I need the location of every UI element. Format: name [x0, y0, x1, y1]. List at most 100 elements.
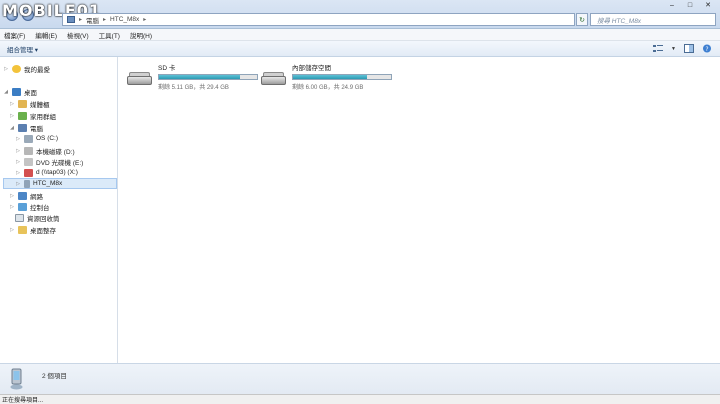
tree-libraries[interactable]: ▷ 媒體櫃 — [9, 98, 50, 109]
tree-label: 電腦 — [30, 125, 43, 133]
removable-drive-icon — [261, 72, 286, 89]
status-text: 正在搜尋項目... — [2, 398, 44, 404]
dvd-drive-icon — [24, 157, 33, 166]
expand-arrow-icon[interactable]: ▷ — [15, 159, 21, 165]
capacity-bar — [292, 74, 392, 80]
expand-arrow-icon[interactable]: ▷ — [3, 66, 9, 72]
menu-tools[interactable]: 工具(T) — [99, 30, 120, 40]
maximize-button[interactable]: □ — [684, 0, 696, 10]
chevron-right-icon: ▸ — [103, 17, 107, 23]
view-options-icon[interactable] — [653, 44, 664, 53]
command-bar: 組合管理 ▾ ▼ ? — [0, 41, 720, 57]
tree-label: HTC_M8x — [33, 180, 63, 187]
expand-arrow-icon[interactable]: ▷ — [15, 181, 21, 187]
drive-free-space: 剩餘 6.00 GB，共 24.9 GB — [292, 85, 364, 91]
status-bar: 正在搜尋項目... — [0, 394, 720, 404]
tree-label: 網路 — [30, 193, 43, 201]
expand-arrow-icon[interactable]: ▷ — [9, 113, 15, 119]
expand-arrow-icon[interactable]: ▷ — [9, 204, 15, 210]
phone-device-icon — [10, 368, 23, 390]
hard-drive-icon — [24, 146, 33, 155]
tree-label: d (\\tap03) (X:) — [36, 169, 78, 176]
homegroup-icon — [18, 111, 27, 120]
chevron-right-icon: ▸ — [79, 17, 83, 23]
collapse-arrow-icon[interactable]: ◢ — [9, 125, 15, 131]
tree-label: 家用群組 — [30, 113, 56, 121]
breadcrumb-htc[interactable]: HTC_M8x — [110, 16, 139, 23]
tree-homegroup[interactable]: ▷ 家用群組 — [9, 110, 56, 121]
recycle-bin-icon — [15, 213, 24, 222]
help-icon[interactable]: ? — [702, 44, 712, 53]
organize-button[interactable]: 組合管理 ▾ — [7, 44, 38, 54]
tree-net-x[interactable]: ▷ d (\\tap03) (X:) — [15, 167, 78, 178]
address-toolbar: MOBILE01 ▸ 電腦 ▸ HTC_M8x ▸ ↻ 搜尋 HTC_M8x –… — [0, 0, 720, 29]
address-bar[interactable]: ▸ 電腦 ▸ HTC_M8x ▸ — [62, 13, 575, 26]
folder-icon — [18, 225, 27, 234]
tree-label: 資源回收筒 — [27, 215, 60, 223]
expand-arrow-icon[interactable]: ▷ — [9, 227, 15, 233]
control-panel-icon — [18, 202, 27, 211]
chevron-down-icon[interactable]: ▼ — [671, 46, 676, 52]
tree-control-panel[interactable]: ▷ 控制台 — [9, 201, 50, 212]
tree-label: OS (C:) — [36, 135, 59, 142]
refresh-button[interactable]: ↻ — [576, 13, 588, 26]
tree-os-c[interactable]: ▷ OS (C:) — [15, 133, 58, 144]
drive-sd-card[interactable]: SD 卡 剩餘 5.11 GB，共 29.4 GB — [127, 62, 258, 91]
expand-arrow-icon[interactable]: ▷ — [15, 136, 21, 142]
tree-dvd-e[interactable]: ▷ DVD 光碟機 (E:) — [15, 156, 83, 167]
tree-favorites[interactable]: ▷ 我的最愛 — [3, 63, 50, 74]
search-input[interactable]: 搜尋 HTC_M8x — [590, 13, 716, 26]
expand-arrow-icon[interactable]: ▷ — [9, 101, 15, 107]
tree-desktop-store[interactable]: ▷ 桌面整存 — [9, 224, 56, 235]
tree-label: 我的最愛 — [24, 66, 50, 74]
library-icon — [18, 99, 27, 108]
tree-label: DVD 光碟機 (E:) — [36, 159, 84, 167]
tree-network[interactable]: ▷ 網路 — [9, 190, 43, 201]
menu-edit[interactable]: 編輯(E) — [35, 30, 57, 40]
drive-name: 內部儲存空間 — [292, 65, 331, 72]
tree-label: 桌面 — [24, 89, 37, 97]
menu-help[interactable]: 說明(H) — [130, 30, 152, 40]
expand-arrow-icon[interactable]: ▷ — [9, 193, 15, 199]
capacity-bar — [158, 74, 258, 80]
minimize-button[interactable]: – — [666, 0, 678, 10]
desktop-icon — [12, 87, 21, 96]
expand-arrow-icon[interactable]: ▷ — [15, 148, 21, 154]
removable-drive-icon — [127, 72, 152, 89]
star-icon — [12, 64, 21, 73]
item-count: 2 個項目 — [42, 373, 67, 380]
drive-internal-storage[interactable]: 內部儲存空間 剩餘 6.00 GB，共 24.9 GB — [261, 62, 392, 91]
close-button[interactable]: ✕ — [702, 0, 714, 10]
collapse-arrow-icon[interactable]: ◢ — [3, 89, 9, 95]
network-icon — [18, 191, 27, 200]
tree-label: 控制台 — [30, 204, 50, 212]
breadcrumb-computer[interactable]: 電腦 — [86, 15, 99, 25]
windows-drive-icon — [24, 134, 33, 143]
preview-pane-icon[interactable] — [684, 44, 694, 53]
content-pane: SD 卡 剩餘 5.11 GB，共 29.4 GB 內部儲存空間 剩餘 6.00… — [119, 57, 720, 363]
menu-bar: 檔案(F) 編輯(E) 檢視(V) 工具(T) 說明(H) — [0, 29, 720, 41]
computer-icon — [18, 123, 27, 132]
details-pane: 2 個項目 — [0, 363, 720, 394]
refresh-icon: ↻ — [579, 16, 585, 24]
expand-arrow-icon[interactable]: ▷ — [15, 170, 21, 176]
navigation-pane: ▷ 我的最愛 ◢ 桌面 ▷ 媒體櫃 ▷ 家用群組 ◢ 電腦 ▷ OS (C:) … — [0, 57, 118, 363]
chevron-right-icon: ▸ — [143, 17, 147, 23]
tree-label: 桌面整存 — [30, 227, 56, 235]
tree-htc[interactable]: ▷ HTC_M8x — [3, 178, 117, 189]
phone-icon — [24, 179, 30, 188]
computer-icon — [67, 16, 75, 23]
tree-computer[interactable]: ◢ 電腦 — [9, 122, 43, 133]
capacity-fill — [293, 75, 368, 79]
tree-label: 媒體櫃 — [30, 101, 50, 109]
menu-view[interactable]: 檢視(V) — [67, 30, 89, 40]
menu-file[interactable]: 檔案(F) — [4, 30, 25, 40]
drive-name: SD 卡 — [158, 65, 176, 72]
network-drive-icon — [24, 168, 33, 177]
capacity-fill — [159, 75, 240, 79]
tree-desktop[interactable]: ◢ 桌面 — [3, 86, 37, 97]
tree-local-d[interactable]: ▷ 本機磁碟 (D:) — [15, 145, 75, 156]
tree-label: 本機磁碟 (D:) — [36, 148, 75, 156]
tree-recycle-bin[interactable]: 資源回收筒 — [15, 212, 60, 223]
drive-free-space: 剩餘 5.11 GB，共 29.4 GB — [158, 85, 229, 91]
